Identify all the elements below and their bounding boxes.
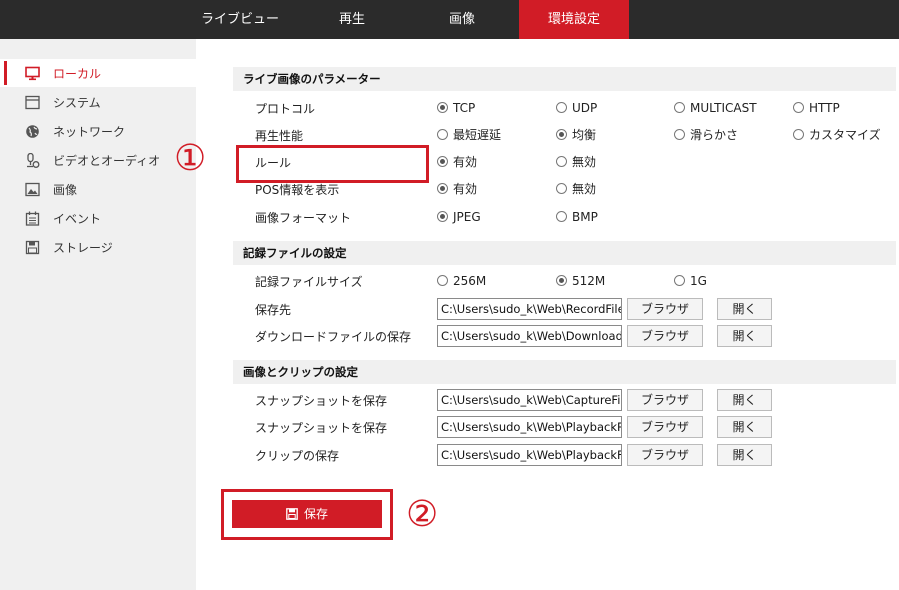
snapshot-open-button[interactable]: 開く xyxy=(717,389,772,411)
globe-icon xyxy=(26,125,39,138)
record-path-input[interactable]: C:\Users\sudo_k\Web\RecordFiles xyxy=(437,298,622,320)
section-clip-title: 画像とクリップの設定 xyxy=(233,360,896,384)
sidebar-item-label: システム xyxy=(53,96,101,110)
radio-size-256m[interactable]: 256M xyxy=(437,273,486,289)
sidebar-item-label: イベント xyxy=(53,212,102,226)
sidebar-item-label: 画像 xyxy=(53,183,78,197)
tab-live-view[interactable]: ライブビュー xyxy=(196,0,284,39)
sidebar-item-network[interactable]: ネットワーク xyxy=(0,117,196,145)
tab-configuration[interactable]: 環境設定 xyxy=(519,0,629,39)
playback-snapshot-browse-button[interactable]: ブラウザ xyxy=(627,416,703,438)
sidebar-item-label: ストレージ xyxy=(53,241,113,255)
sidebar-item-label: ビデオとオーディオ xyxy=(53,154,161,168)
radio-format-jpeg[interactable]: JPEG xyxy=(437,209,481,225)
clip-path-label: クリップの保存 xyxy=(255,449,340,463)
annotation-box-rules xyxy=(236,145,429,183)
image-icon xyxy=(25,182,40,197)
video-audio-icon xyxy=(27,153,40,168)
play-performance-label: 再生性能 xyxy=(255,129,304,143)
playback-snapshot-path-label: スナップショットを保存 xyxy=(255,421,388,435)
sidebar-item-event[interactable]: イベント xyxy=(0,204,196,232)
radio-format-bmp[interactable]: BMP xyxy=(556,209,598,225)
radio-pos-enable[interactable]: 有効 xyxy=(437,181,477,197)
radio-protocol-multicast[interactable]: MULTICAST xyxy=(674,100,757,116)
radio-size-1g[interactable]: 1G xyxy=(674,273,707,289)
image-format-label: 画像フォーマット xyxy=(255,211,352,225)
download-path-label: ダウンロードファイルの保存 xyxy=(255,330,412,344)
radio-rules-enable[interactable]: 有効 xyxy=(437,154,477,170)
sidebar-item-label: ローカル xyxy=(53,67,102,81)
download-open-button[interactable]: 開く xyxy=(717,325,772,347)
calendar-icon xyxy=(25,211,40,226)
sidebar-item-storage[interactable]: ストレージ xyxy=(0,233,196,261)
clip-path-input[interactable]: C:\Users\sudo_k\Web\PlaybackFiles xyxy=(437,444,622,466)
download-browse-button[interactable]: ブラウザ xyxy=(627,325,703,347)
monitor-icon xyxy=(25,66,40,81)
playback-snapshot-open-button[interactable]: 開く xyxy=(717,416,772,438)
record-size-label: 記録ファイルサイズ xyxy=(255,275,363,289)
sidebar-item-local[interactable]: ローカル xyxy=(0,59,196,87)
radio-performance-balanced[interactable]: 均衡 xyxy=(556,127,596,143)
record-open-button[interactable]: 開く xyxy=(717,298,772,320)
sidebar-item-system[interactable]: システム xyxy=(0,88,196,116)
radio-protocol-udp[interactable]: UDP xyxy=(556,100,597,116)
sidebar-item-video-audio[interactable]: ビデオとオーディオ xyxy=(0,146,196,174)
tab-picture[interactable]: 画像 xyxy=(418,0,506,39)
floppy-icon xyxy=(25,240,40,255)
sidebar: ローカル システム ネットワーク ビデオとオーディオ 画像 イベント ストレージ xyxy=(0,39,196,590)
radio-pos-disable[interactable]: 無効 xyxy=(556,181,596,197)
annotation-number-one: ① xyxy=(174,138,207,179)
pos-info-label: POS情報を表示 xyxy=(255,183,340,197)
snapshot-path-label: スナップショットを保存 xyxy=(255,394,388,408)
radio-protocol-http[interactable]: HTTP xyxy=(793,100,840,116)
top-nav: ライブビュー 再生 画像 環境設定 xyxy=(0,0,899,39)
sidebar-item-label: ネットワーク xyxy=(53,125,126,139)
clip-browse-button[interactable]: ブラウザ xyxy=(627,444,703,466)
snapshot-path-input[interactable]: C:\Users\sudo_k\Web\CaptureFiles xyxy=(437,389,622,411)
tab-playback[interactable]: 再生 xyxy=(308,0,396,39)
snapshot-browse-button[interactable]: ブラウザ xyxy=(627,389,703,411)
radio-size-512m[interactable]: 512M xyxy=(556,273,605,289)
section-record-title: 記録ファイルの設定 xyxy=(233,241,896,265)
sidebar-item-image[interactable]: 画像 xyxy=(0,175,196,203)
radio-performance-fluency[interactable]: 滑らかさ xyxy=(674,127,738,143)
radio-performance-custom[interactable]: カスタマイズ xyxy=(793,127,881,143)
main-content: ライブ画像のパラメーター プロトコル TCP UDP MULTICAST HTT… xyxy=(174,39,899,590)
record-browse-button[interactable]: ブラウザ xyxy=(627,298,703,320)
save-path-label: 保存先 xyxy=(255,303,292,317)
download-path-input[interactable]: C:\Users\sudo_k\Web\DownloadFiles xyxy=(437,325,622,347)
radio-protocol-tcp[interactable]: TCP xyxy=(437,100,475,116)
section-live-params-title: ライブ画像のパラメーター xyxy=(233,67,896,91)
clip-open-button[interactable]: 開く xyxy=(717,444,772,466)
annotation-box-save xyxy=(221,489,393,540)
playback-snapshot-path-input[interactable]: C:\Users\sudo_k\Web\PlaybackPics xyxy=(437,416,622,438)
radio-performance-shortest-delay[interactable]: 最短遅延 xyxy=(437,127,501,143)
protocol-label: プロトコル xyxy=(255,102,316,116)
system-window-icon xyxy=(25,95,40,110)
radio-rules-disable[interactable]: 無効 xyxy=(556,154,596,170)
annotation-number-two: ② xyxy=(406,494,439,535)
